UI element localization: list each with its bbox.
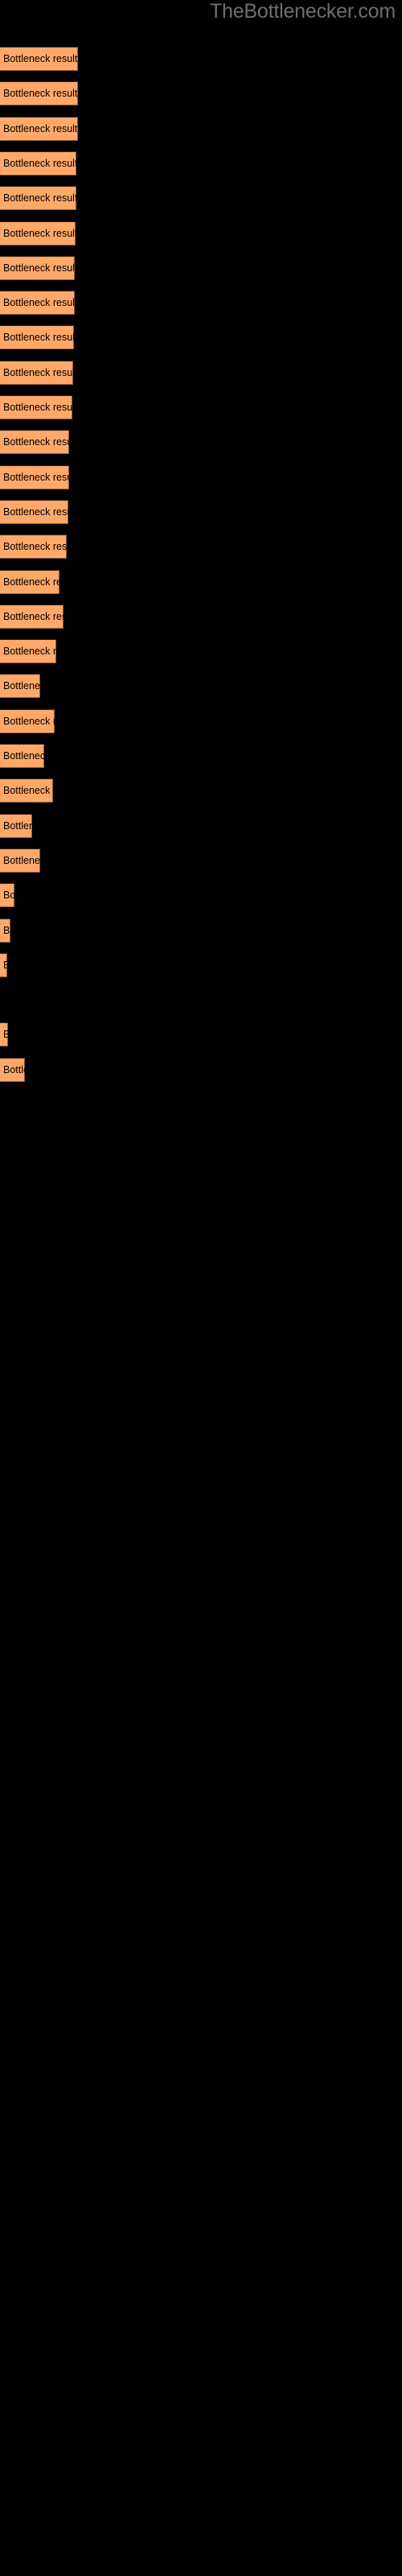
bar-label-clip: Bottleneck result [0, 186, 76, 210]
bar-label: Bottleneck result [3, 53, 78, 64]
bar-label: Bottleneck result [3, 819, 32, 832]
bar-label: Bottleneck result [3, 785, 53, 797]
bar-label: Bottleneck result [3, 541, 67, 553]
bar-label-clip: Bottleneck result [0, 570, 59, 594]
bottleneck-bar-chart: Bottleneck result Bottleneck result Bottle… [0, 0, 402, 2576]
bar-label: Bottleneck result [3, 157, 76, 169]
bar-label: Bottleneck result [3, 890, 14, 902]
bar-label-clip: Bottleneck result [0, 744, 44, 768]
bar-row: Bottleneck result [0, 325, 402, 350]
bar-label: Bottleneck result [3, 646, 56, 658]
bar-row: Bottleneck result [0, 1022, 402, 1047]
bar-row: Bottleneck result [0, 813, 402, 838]
bar-label-clip: Bottleneck result [0, 325, 74, 349]
bar-label: Bottleneck result [3, 402, 72, 413]
bar-label: Bottleneck result [3, 576, 59, 588]
bar-label: Bottleneck result [3, 924, 10, 936]
bar-label-clip: Bottleneck result [0, 1022, 8, 1046]
bar-label: Bottleneck result [3, 88, 78, 100]
bar-row: Bottleneck result [0, 952, 402, 977]
bar-row: Bottleneck result [0, 430, 402, 455]
bar-label: Bottleneck result [3, 366, 73, 378]
bar-label-clip: Bottleneck result [0, 256, 75, 280]
bar-row: Bottleneck result [0, 151, 402, 175]
bar-label-clip: Bottleneck result [0, 291, 75, 315]
bar-label: Bottleneck result [3, 854, 40, 866]
bar-label-clip: Bottleneck result [0, 500, 68, 524]
bar-row: Bottleneck result [0, 116, 402, 141]
bar-row: Bottleneck result [0, 360, 402, 385]
bar-row: Bottleneck result [0, 186, 402, 211]
bar-label: Bottleneck result [3, 122, 78, 134]
bar-label-clip: Bottleneck result [0, 814, 32, 838]
bar-label: Bottleneck result [3, 436, 69, 448]
bar-label: Bottleneck result [3, 192, 76, 204]
bar-row: Bottleneck result [0, 499, 402, 524]
bar-label: Bottleneck result [3, 1063, 25, 1075]
bar-row: Bottleneck result [0, 464, 402, 489]
bar-label-clip: Bottleneck result [0, 47, 78, 71]
bar-label-clip: Bottleneck result [0, 674, 40, 698]
bar-row: Bottleneck result [0, 47, 402, 71]
bar-row: Bottleneck result [0, 569, 402, 594]
bar-label-clip: Bottleneck result [0, 221, 76, 246]
bar-label: Bottleneck result [3, 680, 40, 692]
bar-label-clip: Bottleneck result [0, 778, 53, 803]
bar-label-clip: Bottleneck result [0, 81, 78, 105]
bar-row: Bottleneck result [0, 744, 402, 768]
bar-row: Bottleneck result [0, 535, 402, 559]
bar-row: Bottleneck result [0, 883, 402, 908]
bar-row: Bottleneck result [0, 255, 402, 280]
bar-label: Bottleneck result [3, 262, 75, 274]
bar-label: Bottleneck result [3, 610, 64, 622]
bar-label-clip: Bottleneck result [0, 117, 78, 141]
bar-row: Bottleneck result [0, 604, 402, 629]
bar-row: Bottleneck result [0, 639, 402, 664]
bar-row: Bottleneck result [0, 291, 402, 316]
bar-label: Bottleneck result [3, 715, 55, 727]
bar-label-clip: Bottleneck result [0, 361, 73, 385]
bar-label-clip: Bottleneck result [0, 465, 69, 489]
bar-label: Bottleneck result [3, 1029, 8, 1041]
bar-row: Bottleneck result [0, 395, 402, 419]
bar-row: Bottleneck result [0, 848, 402, 873]
bar-row: Bottleneck result [0, 221, 402, 246]
bar-row: Bottleneck result [0, 674, 402, 699]
bar-row: Bottleneck result [0, 918, 402, 943]
bar-label-clip: Bottleneck result [0, 639, 56, 663]
bar-row: Bottleneck result [0, 1057, 402, 1082]
bar-label-clip: Bottleneck result [0, 535, 67, 559]
bar-label-clip: Bottleneck result [0, 605, 64, 629]
bar-label-clip: Bottleneck result [0, 848, 40, 873]
bar-label: Bottleneck result [3, 750, 44, 762]
bar-label: Bottleneck result [3, 471, 69, 483]
bar-label: Bottleneck result [3, 506, 68, 518]
bar-row: Bottleneck result [0, 708, 402, 733]
bar-label-clip: Bottleneck result [0, 395, 72, 419]
bar-label-clip: Bottleneck result [0, 953, 7, 977]
bar-label: Bottleneck result [3, 959, 7, 971]
bar-label-clip: Bottleneck result [0, 430, 69, 454]
bar-label: Bottleneck result [3, 227, 76, 239]
bar-row: Bottleneck result [0, 778, 402, 803]
bar-label: Bottleneck result [3, 332, 74, 344]
bar-label: Bottleneck result [3, 297, 75, 309]
bar-label-clip: Bottleneck result [0, 151, 76, 175]
bar-label-clip: Bottleneck result [0, 1058, 25, 1082]
bar-row: Bottleneck result [0, 81, 402, 106]
bar-label-clip: Bottleneck result [0, 709, 55, 733]
bar-row [0, 988, 402, 1012]
bar-label-clip: Bottleneck result [0, 919, 10, 943]
bar-label-clip: Bottleneck result [0, 883, 14, 907]
